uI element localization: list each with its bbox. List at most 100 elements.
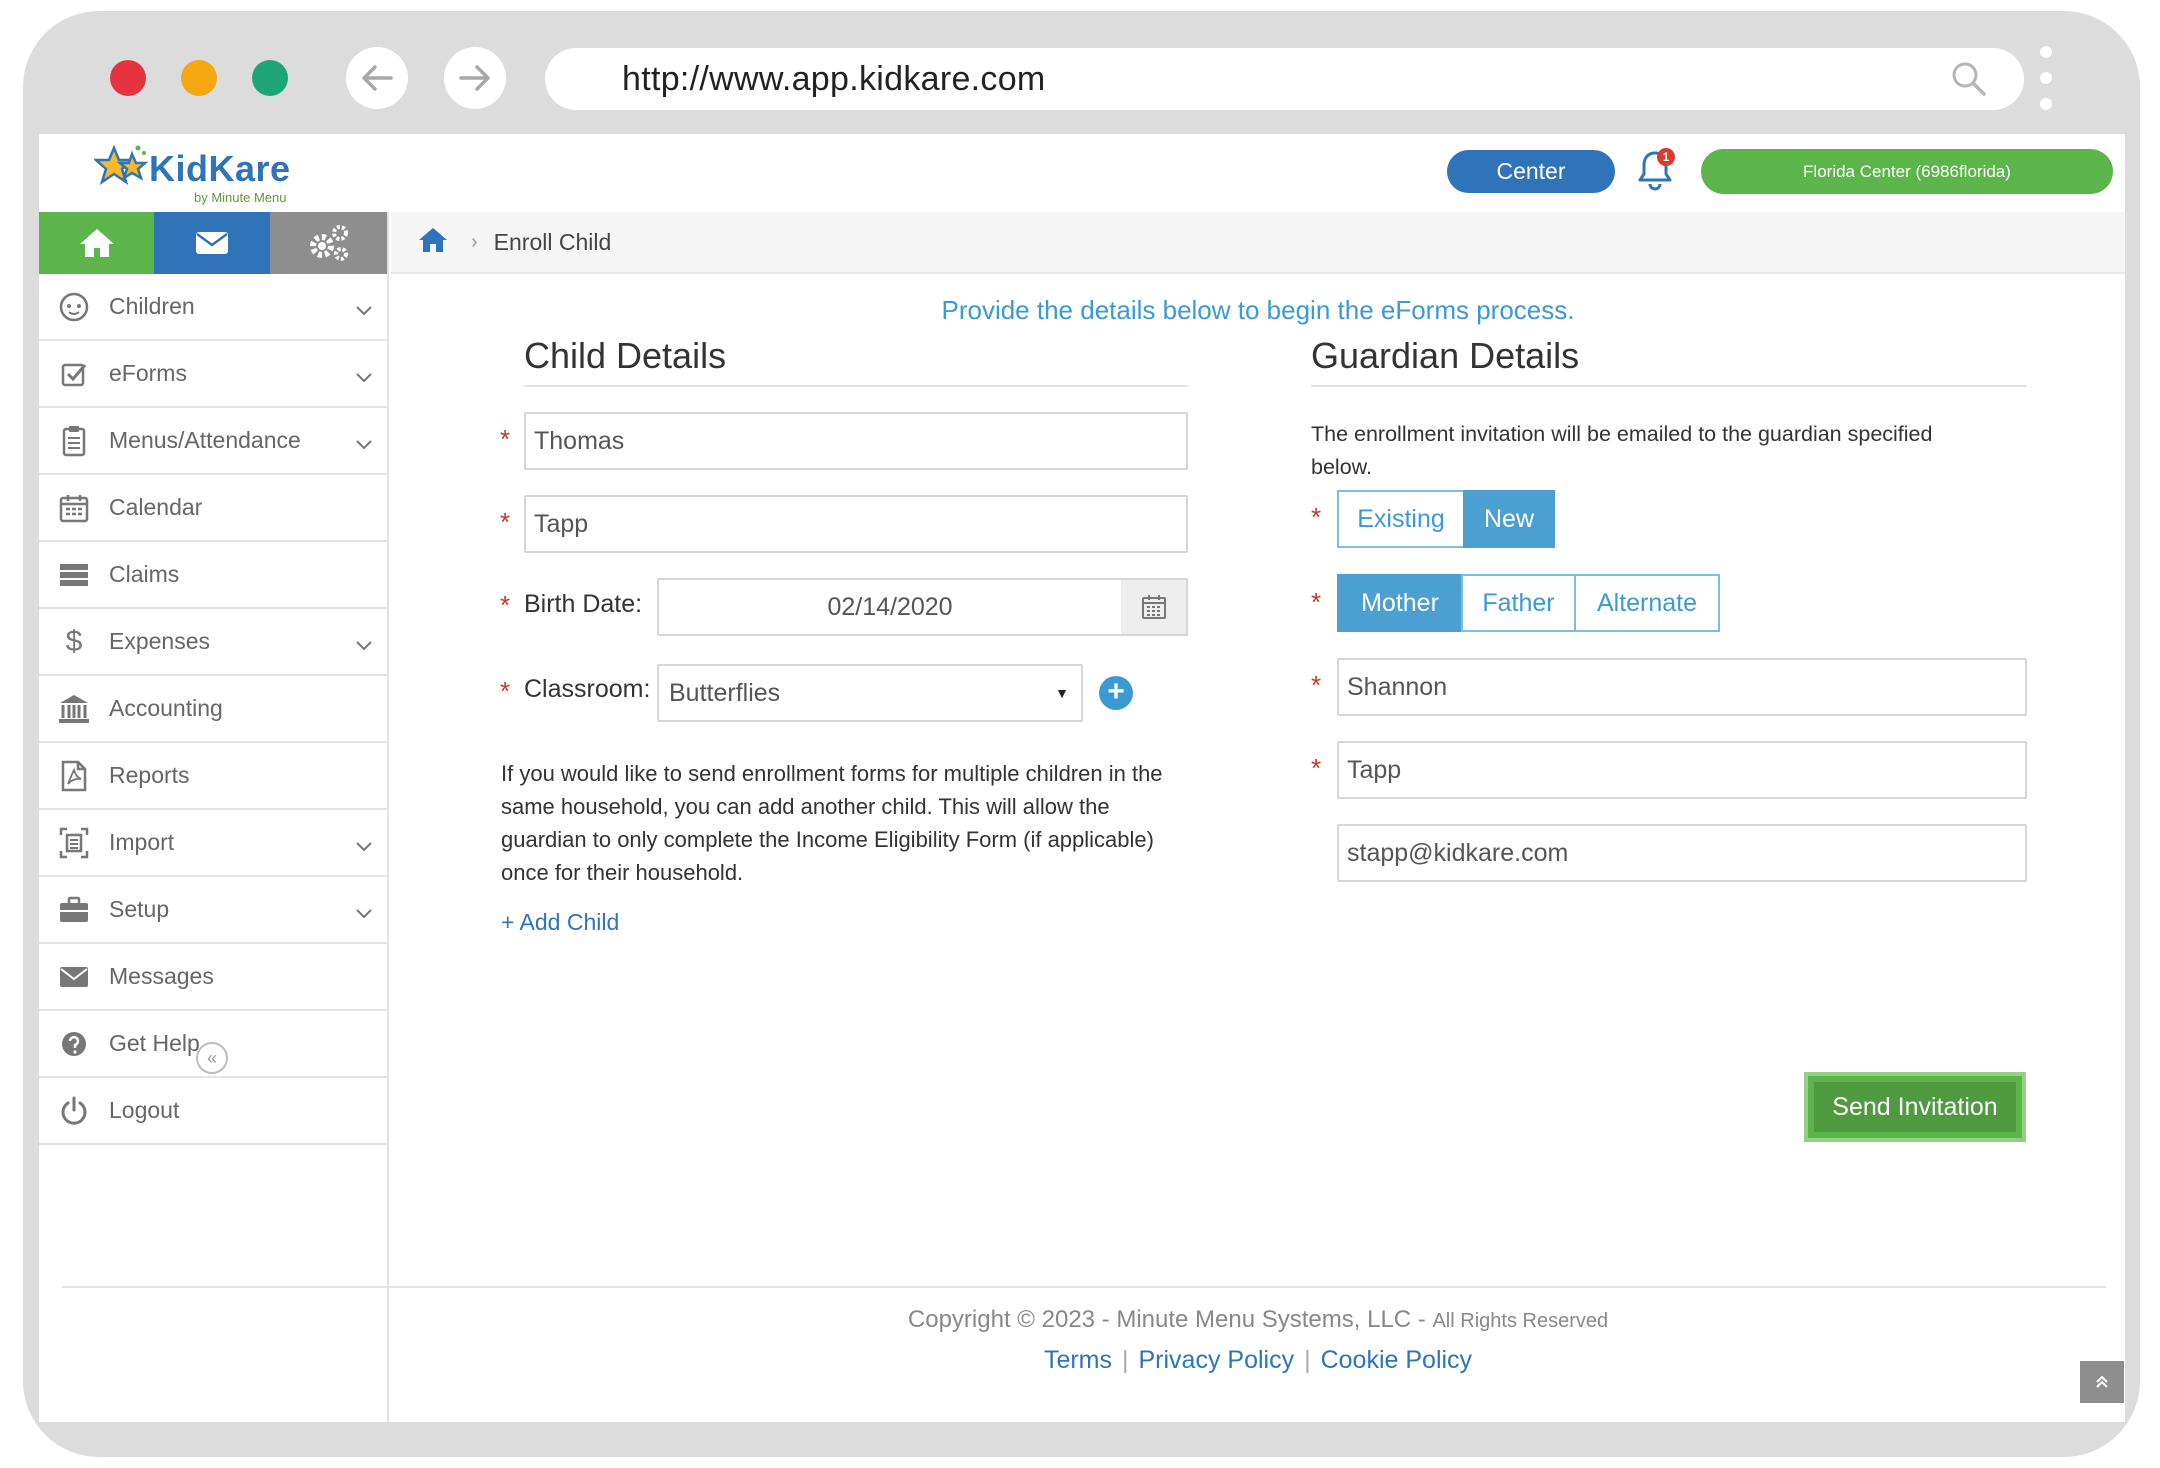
settings-tab[interactable] <box>269 212 388 274</box>
cookie-policy-link[interactable]: Cookie Policy <box>1321 1346 1472 1374</box>
notification-badge: 1 <box>1657 148 1675 166</box>
sidebar-item-reports[interactable]: Reports <box>39 743 387 810</box>
sidebar-item-import[interactable]: Import <box>39 810 387 877</box>
date-picker-button[interactable] <box>1121 578 1188 636</box>
dropdown-caret-icon: ▼ <box>1055 685 1069 701</box>
sidebar-item-label: Reports <box>109 762 190 788</box>
sidebar-item-logout[interactable]: Logout <box>39 1078 387 1145</box>
address-bar[interactable]: http://www.app.kidkare.com <box>545 48 2024 110</box>
guardian-first-name-input[interactable]: Shannon <box>1337 658 2027 716</box>
guardian-last-name-value: Tapp <box>1347 755 1402 784</box>
sidebar-item-messages[interactable]: Messages <box>39 944 387 1011</box>
send-invitation-button[interactable]: Send Invitation <box>1804 1072 2026 1142</box>
sidebar-item-eforms[interactable]: eForms <box>39 341 387 408</box>
chevron-down-icon <box>355 363 373 390</box>
gears-icon <box>310 225 349 261</box>
kidkare-logo[interactable]: KidKare by Minute Menu <box>94 140 314 206</box>
chevron-down-icon <box>355 899 373 926</box>
breadcrumb-current: Enroll Child <box>493 228 612 255</box>
birth-date-value: 02/14/2020 <box>827 592 953 621</box>
briefcase-icon <box>57 893 91 927</box>
note-line: guardian to only complete the Income Eli… <box>501 827 1154 852</box>
add-classroom-button[interactable]: + <box>1099 675 1133 710</box>
required-marker: * <box>500 676 511 706</box>
sidebar-item-calendar[interactable]: Calendar <box>39 475 387 542</box>
sidebar-item-claims[interactable]: Claims <box>39 542 387 609</box>
search-icon[interactable] <box>1950 60 1988 103</box>
checkbox-icon <box>57 357 91 391</box>
sidebar-item-label: Expenses <box>109 628 211 654</box>
main-content: › Enroll Child Provide the details below… <box>391 212 2125 1422</box>
sidebar-item-expenses[interactable]: $ Expenses <box>39 609 387 676</box>
close-window-dot[interactable] <box>110 60 146 96</box>
sidebar-item-label: Messages <box>109 963 214 989</box>
help-icon <box>57 1027 91 1061</box>
chevron-down-icon <box>355 430 373 457</box>
minimize-window-dot[interactable] <box>181 60 217 96</box>
sidebar-item-accounting[interactable]: Accounting <box>39 676 387 743</box>
relation-mother-toggle[interactable]: Mother <box>1337 574 1463 632</box>
sidebar-menu: Children eForms Menus/Attendance Calenda… <box>39 274 387 1145</box>
home-tab[interactable] <box>39 212 155 274</box>
guardian-description-line: The enrollment invitation will be emaile… <box>1311 422 1933 446</box>
footer-separator: | <box>1304 1346 1311 1374</box>
guardian-existing-toggle[interactable]: Existing <box>1337 490 1465 548</box>
classroom-value: Butterflies <box>669 678 781 707</box>
breadcrumb-separator-icon: › <box>471 230 478 253</box>
add-child-link[interactable]: + Add Child <box>501 909 619 936</box>
home-icon[interactable] <box>417 226 449 259</box>
dollar-icon: $ <box>65 624 83 658</box>
star-logo-icon <box>94 144 148 185</box>
classroom-select[interactable]: Butterflies ▼ <box>657 664 1083 722</box>
required-marker: * <box>1311 587 1322 617</box>
browser-menu-icon[interactable] <box>2039 46 2053 118</box>
claims-icon <box>57 558 91 592</box>
chevron-down-icon <box>355 631 373 658</box>
guardian-last-name-input[interactable]: Tapp <box>1337 741 2027 799</box>
send-invitation-label: Send Invitation <box>1814 1082 2016 1132</box>
mail-tab[interactable] <box>154 212 270 274</box>
copyright-text: Copyright © 2023 - Minute Menu Systems, … <box>391 1306 2125 1334</box>
scroll-to-top-button[interactable] <box>2080 1361 2124 1403</box>
copyright-rights: All Rights Reserved <box>1432 1310 1609 1332</box>
account-center-button[interactable]: Florida Center (6986florida) <box>1701 149 2113 194</box>
maximize-window-dot[interactable] <box>252 60 288 96</box>
multiple-children-note: If you would like to send enrollment for… <box>501 757 1163 889</box>
home-icon <box>79 229 114 257</box>
chevron-down-icon <box>355 296 373 323</box>
arrow-left-icon <box>362 65 393 91</box>
privacy-policy-link[interactable]: Privacy Policy <box>1139 1346 1295 1374</box>
guardian-details-title: Guardian Details <box>1311 335 1580 376</box>
power-icon <box>57 1094 91 1128</box>
center-button[interactable]: Center <box>1447 150 1615 193</box>
relation-alternate-toggle[interactable]: Alternate <box>1574 574 1720 632</box>
sidebar-item-label: Menus/Attendance <box>109 427 301 453</box>
sidebar-item-children[interactable]: Children <box>39 274 387 341</box>
guardian-first-name-value: Shannon <box>1347 672 1448 701</box>
required-marker: * <box>500 424 511 454</box>
footer-links: Terms | Privacy Policy | Cookie Policy <box>391 1346 2125 1375</box>
child-first-name-value: Thomas <box>534 426 625 455</box>
guardian-new-toggle[interactable]: New <box>1463 490 1555 548</box>
intro-text: Provide the details below to begin the e… <box>941 295 1575 325</box>
sidebar-item-setup[interactable]: Setup <box>39 877 387 944</box>
collapse-sidebar-button[interactable]: « <box>196 1042 228 1074</box>
back-button[interactable] <box>346 47 408 109</box>
child-details-rule <box>524 385 1188 387</box>
envelope-icon <box>196 232 229 254</box>
child-first-name-input[interactable]: Thomas <box>524 412 1188 470</box>
sidebar-item-label: Get Help <box>109 1030 200 1056</box>
child-last-name-input[interactable]: Tapp <box>524 495 1188 553</box>
bank-icon <box>57 692 91 726</box>
required-marker: * <box>1311 670 1322 700</box>
note-line: same household, you can add another chil… <box>501 794 1110 819</box>
sidebar-item-label: Logout <box>109 1097 180 1123</box>
terms-link[interactable]: Terms <box>1044 1346 1112 1374</box>
footer-divider <box>62 1286 2106 1288</box>
forward-button[interactable] <box>444 47 506 109</box>
birth-date-input[interactable]: 02/14/2020 <box>657 578 1123 636</box>
required-marker: * <box>500 590 511 620</box>
relation-father-toggle[interactable]: Father <box>1461 574 1576 632</box>
guardian-email-input[interactable]: stapp@kidkare.com <box>1337 824 2027 882</box>
sidebar-item-menus-attendance[interactable]: Menus/Attendance <box>39 408 387 475</box>
